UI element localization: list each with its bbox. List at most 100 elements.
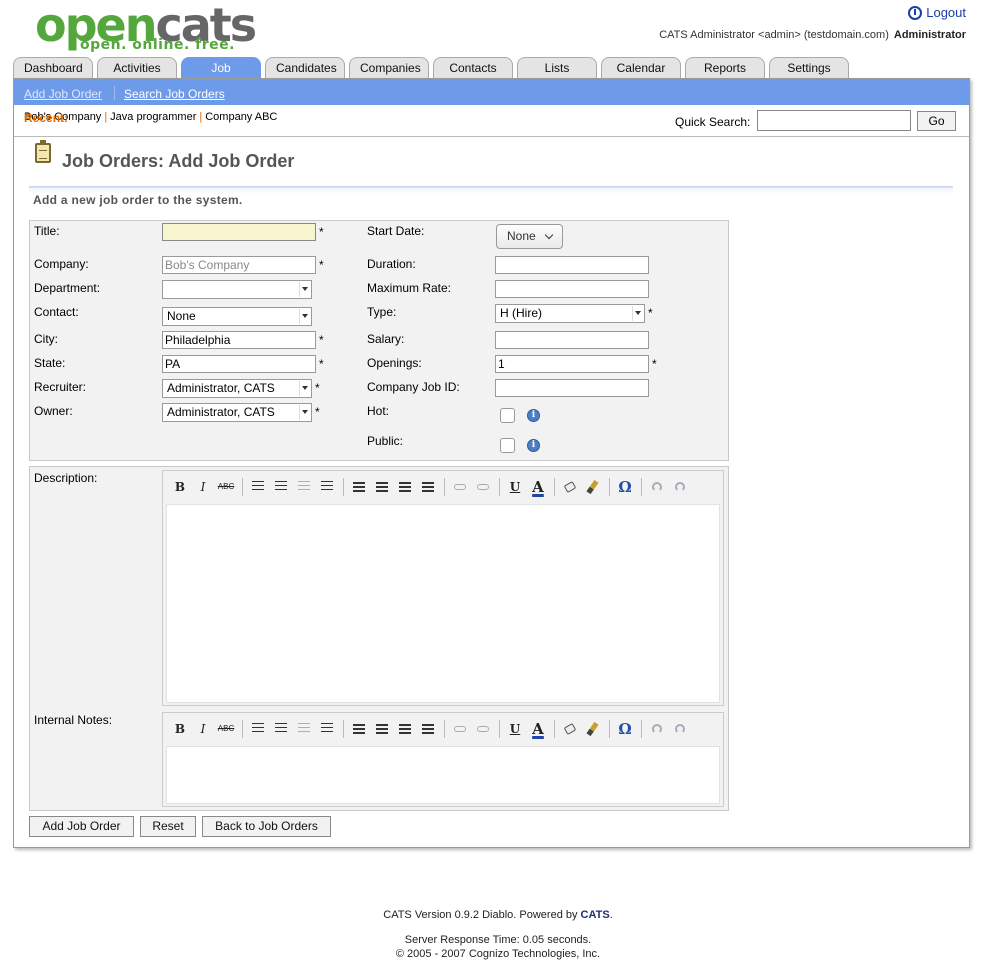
special-character-icon[interactable]: Ω [614, 719, 636, 739]
editor-toolbar: B I ABC U A Ω [163, 471, 723, 503]
redo-icon[interactable] [669, 719, 691, 739]
public-checkbox[interactable] [500, 438, 515, 453]
unlink-icon[interactable] [472, 719, 494, 739]
bold-icon[interactable]: B [169, 719, 191, 739]
align-center-icon[interactable] [371, 719, 393, 739]
quick-search-input[interactable] [757, 110, 911, 131]
description-textarea[interactable] [166, 504, 720, 703]
special-character-icon[interactable]: Ω [614, 477, 636, 497]
tab-job-orders[interactable]: Job Orders [181, 57, 261, 96]
tab-activities[interactable]: Activities [97, 57, 177, 79]
cats-link[interactable]: CATS [581, 909, 610, 921]
tab-reports[interactable]: Reports [685, 57, 765, 79]
brush-icon[interactable] [582, 719, 604, 739]
public-label: Public: [367, 434, 404, 448]
info-icon[interactable]: i [527, 439, 540, 452]
underline-icon[interactable]: U [504, 477, 526, 497]
contact-select[interactable]: None [162, 307, 312, 326]
state-input[interactable]: PA [162, 355, 316, 373]
align-right-icon[interactable] [394, 719, 416, 739]
company-job-id-input[interactable] [495, 379, 649, 397]
openings-input[interactable]: 1 [495, 355, 649, 373]
undo-icon[interactable] [646, 719, 668, 739]
align-center-icon[interactable] [371, 477, 393, 497]
link-icon[interactable] [449, 477, 471, 497]
start-date-label: Start Date: [367, 224, 425, 238]
align-left-icon[interactable] [348, 719, 370, 739]
numbered-list-icon[interactable] [270, 719, 292, 739]
city-input[interactable]: Philadelphia [162, 331, 316, 349]
strikethrough-icon[interactable]: ABC [215, 719, 237, 739]
info-icon[interactable]: i [527, 409, 540, 422]
tab-lists[interactable]: Lists [517, 57, 597, 79]
type-value: H (Hire) [500, 306, 542, 320]
tab-dashboard[interactable]: Dashboard [13, 57, 93, 79]
italic-icon[interactable]: I [192, 719, 214, 739]
editor-toolbar: B I ABC U A Ω [163, 713, 723, 745]
text-color-icon[interactable]: A [527, 719, 549, 739]
department-select[interactable] [162, 280, 312, 299]
search-job-orders-link[interactable]: Search Job Orders [124, 87, 225, 101]
unlink-icon[interactable] [472, 477, 494, 497]
duration-input[interactable] [495, 256, 649, 274]
align-right-icon[interactable] [394, 477, 416, 497]
internal-notes-textarea[interactable] [166, 746, 720, 804]
text-color-icon[interactable]: A [527, 477, 549, 497]
tab-calendar[interactable]: Calendar [601, 57, 681, 79]
toolbar-separator [343, 478, 344, 496]
title-input[interactable] [162, 223, 316, 241]
city-label: City: [34, 332, 58, 346]
brush-icon[interactable] [582, 477, 604, 497]
company-input[interactable]: Bob's Company [162, 256, 316, 274]
tab-settings[interactable]: Settings [769, 57, 849, 79]
back-to-job-orders-button[interactable]: Back to Job Orders [202, 816, 331, 837]
dropdown-arrow-icon [299, 309, 310, 324]
strikethrough-icon[interactable]: ABC [215, 477, 237, 497]
underline-icon[interactable]: U [504, 719, 526, 739]
italic-icon[interactable]: I [192, 477, 214, 497]
add-job-order-button[interactable]: Add Job Order [29, 816, 134, 837]
logout-link[interactable]: Logout [908, 5, 966, 20]
maximum-rate-input[interactable] [495, 280, 649, 298]
state-label: State: [34, 356, 66, 370]
align-justify-icon[interactable] [417, 477, 439, 497]
outdent-icon[interactable] [293, 719, 315, 739]
owner-select[interactable]: Administrator, CATS [162, 403, 312, 422]
salary-input[interactable] [495, 331, 649, 349]
bullet-list-icon[interactable] [247, 477, 269, 497]
logout-label: Logout [926, 5, 966, 20]
recent-item[interactable]: Company ABC [205, 111, 277, 123]
indent-icon[interactable] [316, 719, 338, 739]
hot-checkbox[interactable] [500, 408, 515, 423]
eraser-icon[interactable] [559, 719, 581, 739]
eraser-icon[interactable] [559, 477, 581, 497]
align-justify-icon[interactable] [417, 719, 439, 739]
align-left-icon[interactable] [348, 477, 370, 497]
tab-candidates[interactable]: Candidates [265, 57, 345, 79]
start-date-value: None [507, 229, 536, 243]
recent-items: Recent: Bob's Company | Java programmer | Co… [24, 111, 277, 125]
redo-icon[interactable] [669, 477, 691, 497]
dropdown-arrow-icon [299, 282, 310, 297]
contact-value: None [167, 309, 196, 323]
recruiter-select[interactable]: Administrator, CATS [162, 379, 312, 398]
bold-icon[interactable]: B [169, 477, 191, 497]
user-role: Administrator [893, 29, 966, 41]
required-marker: * [319, 357, 324, 371]
outdent-icon[interactable] [293, 477, 315, 497]
reset-button[interactable]: Reset [140, 816, 196, 837]
numbered-list-icon[interactable] [270, 477, 292, 497]
recent-item[interactable]: Java programmer [110, 111, 196, 123]
tab-companies[interactable]: Companies [349, 57, 429, 79]
start-date-select[interactable]: None [496, 224, 563, 249]
link-icon[interactable] [449, 719, 471, 739]
toolbar-separator [609, 720, 610, 738]
undo-icon[interactable] [646, 477, 668, 497]
bullet-list-icon[interactable] [247, 719, 269, 739]
tab-contacts[interactable]: Contacts [433, 57, 513, 79]
quick-search-go-button[interactable]: Go [917, 111, 956, 131]
add-job-order-link[interactable]: Add Job Order [24, 87, 102, 101]
type-select[interactable]: H (Hire) [495, 304, 645, 323]
dropdown-arrow-icon [299, 405, 310, 420]
indent-icon[interactable] [316, 477, 338, 497]
